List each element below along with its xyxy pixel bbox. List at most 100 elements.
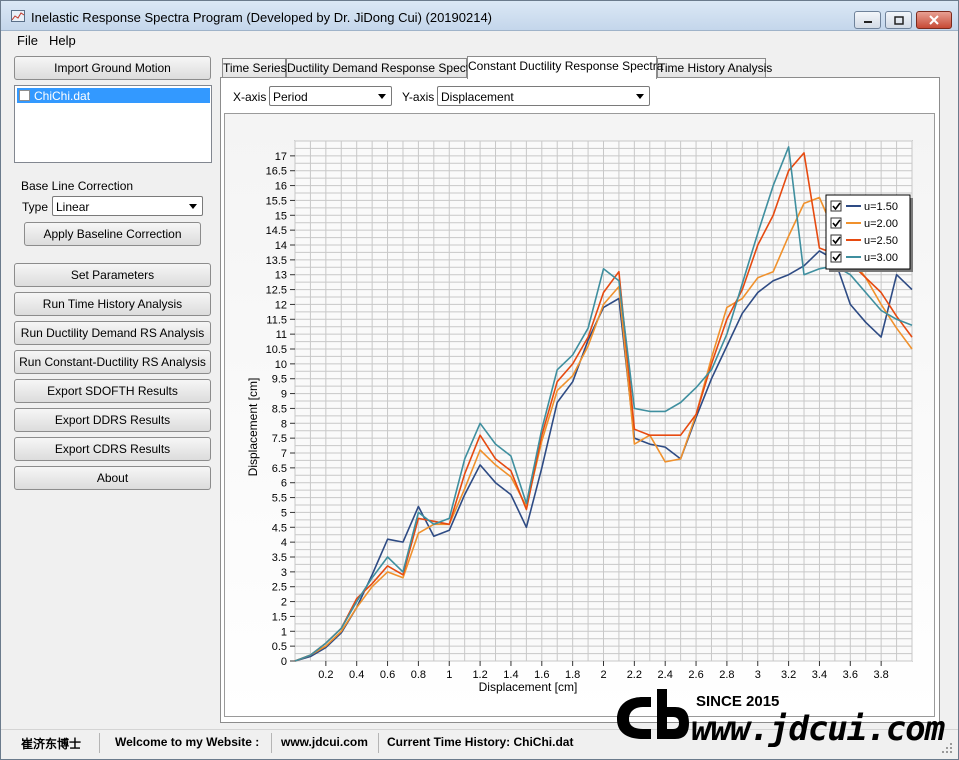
title-bar: Inelastic Response Spectra Program (Deve… bbox=[1, 1, 958, 31]
baseline-type-select[interactable]: Linear bbox=[52, 196, 203, 216]
status-welcome: Welcome to my Website : bbox=[115, 735, 260, 749]
menu-file[interactable]: File bbox=[15, 33, 40, 48]
y-tick-label: 11.5 bbox=[266, 314, 287, 326]
x-tick-label: 2.8 bbox=[719, 669, 734, 681]
file-name: ChiChi.dat bbox=[34, 89, 91, 103]
apply-baseline-button[interactable]: Apply Baseline Correction bbox=[24, 222, 201, 246]
y-tick-label: 8 bbox=[281, 418, 287, 430]
x-tick-label: 3 bbox=[755, 669, 761, 681]
y-tick-label: 9 bbox=[281, 389, 287, 401]
y-tick-label: 8.5 bbox=[272, 403, 287, 415]
y-tick-label: 5 bbox=[281, 507, 287, 519]
baseline-type-value: Linear bbox=[56, 200, 90, 214]
y-axis-value: Displacement bbox=[441, 90, 514, 104]
resize-grip-icon[interactable] bbox=[940, 741, 954, 755]
tab-constant-ductility[interactable]: Constant Ductility Response Spectra bbox=[467, 56, 663, 79]
file-checkbox[interactable] bbox=[19, 90, 30, 101]
tab-time-series[interactable]: Time Series bbox=[222, 58, 287, 78]
chevron-down-icon bbox=[636, 94, 644, 99]
y-tick-label: 2 bbox=[281, 597, 287, 609]
x-tick-label: 2.2 bbox=[627, 669, 642, 681]
status-separator bbox=[99, 733, 100, 753]
legend-label: u=1.50 bbox=[864, 201, 898, 213]
baseline-group-title: Base Line Correction bbox=[21, 179, 134, 193]
x-axis-label: X-axis bbox=[233, 90, 267, 104]
close-icon bbox=[929, 15, 939, 25]
legend-label: u=3.00 bbox=[864, 252, 898, 264]
x-tick-label: 2.4 bbox=[658, 669, 673, 681]
x-tick-label: 0.2 bbox=[318, 669, 333, 681]
y-tick-label: 12 bbox=[275, 299, 287, 311]
ground-motion-list[interactable]: ChiChi.dat bbox=[14, 85, 212, 163]
y-tick-label: 11 bbox=[276, 329, 287, 341]
export-cdrs-button[interactable]: Export CDRS Results bbox=[14, 437, 211, 461]
close-button[interactable] bbox=[916, 11, 952, 29]
y-tick-label: 4 bbox=[281, 537, 287, 549]
jdcui-logo-icon bbox=[617, 689, 689, 739]
x-tick-label: 1 bbox=[446, 669, 452, 681]
y-tick-label: 3 bbox=[281, 567, 287, 579]
watermark: SINCE 2015 www.jdcui.com bbox=[613, 685, 959, 760]
y-tick-label: 0 bbox=[281, 656, 287, 668]
y-tick-label: 1 bbox=[281, 626, 287, 638]
tab-ductility-demand[interactable]: Ductility Demand Response Spectra bbox=[286, 58, 480, 78]
x-tick-label: 3.6 bbox=[843, 669, 858, 681]
run-constant-ductility-button[interactable]: Run Constant-Ductility RS Analysis bbox=[14, 350, 211, 374]
y-axis-title: Displacement [cm] bbox=[246, 378, 260, 477]
maximize-button[interactable] bbox=[885, 11, 912, 29]
x-tick-label: 0.4 bbox=[349, 669, 364, 681]
y-tick-label: 16.5 bbox=[266, 166, 287, 178]
x-tick-label: 2.6 bbox=[688, 669, 703, 681]
y-tick-label: 6.5 bbox=[272, 463, 287, 475]
set-parameters-button[interactable]: Set Parameters bbox=[14, 263, 211, 287]
watermark-since: SINCE 2015 bbox=[696, 693, 780, 710]
app-window: Inelastic Response Spectra Program (Deve… bbox=[0, 0, 959, 760]
chevron-down-icon bbox=[378, 94, 386, 99]
status-author: 崔济东博士 bbox=[21, 737, 82, 751]
export-ddrs-button[interactable]: Export DDRS Results bbox=[14, 408, 211, 432]
y-tick-label: 12.5 bbox=[266, 285, 287, 297]
y-tick-label: 10 bbox=[275, 359, 287, 371]
y-axis-select[interactable]: Displacement bbox=[437, 86, 650, 106]
menu-bar: File Help bbox=[1, 31, 958, 51]
tab-time-history[interactable]: Time History Analysis bbox=[657, 58, 772, 78]
export-sdofth-button[interactable]: Export SDOFTH Results bbox=[14, 379, 211, 403]
status-separator bbox=[271, 733, 272, 753]
list-item[interactable]: ChiChi.dat bbox=[17, 88, 210, 103]
about-button[interactable]: About bbox=[14, 466, 211, 490]
y-tick-label: 17 bbox=[275, 151, 287, 163]
menu-help[interactable]: Help bbox=[47, 33, 78, 48]
y-axis-label: Y-axis bbox=[402, 90, 435, 104]
y-tick-label: 16 bbox=[275, 181, 287, 193]
minimize-icon bbox=[863, 21, 872, 23]
run-ductility-demand-button[interactable]: Run Ductility Demand RS Analysis bbox=[14, 321, 211, 345]
y-tick-label: 13.5 bbox=[266, 255, 287, 267]
y-tick-label: 10.5 bbox=[266, 344, 287, 356]
y-tick-label: 14.5 bbox=[266, 225, 287, 237]
y-tick-label: 5.5 bbox=[272, 493, 287, 505]
y-tick-label: 15 bbox=[275, 210, 287, 222]
x-tick-label: 3.8 bbox=[874, 669, 889, 681]
y-tick-label: 6 bbox=[281, 478, 287, 490]
import-ground-motion-button[interactable]: Import Ground Motion bbox=[14, 56, 211, 80]
legend-label: u=2.50 bbox=[864, 235, 898, 247]
status-website[interactable]: www.jdcui.com bbox=[281, 735, 368, 749]
chart-area[interactable]: 0.2 0.4 0.6 0.8 1 1.2 1.4 1.6 1.8 2 2.2 2.4 2.6 2.8 3 3… bbox=[224, 113, 935, 717]
status-separator bbox=[378, 733, 379, 753]
y-tick-label: 4.5 bbox=[272, 522, 287, 534]
app-chart-icon bbox=[11, 10, 25, 22]
y-tick-label: 13 bbox=[275, 270, 287, 282]
x-axis-select[interactable]: Period bbox=[269, 86, 392, 106]
y-tick-label: 0.5 bbox=[272, 641, 287, 653]
x-tick-label: 3.2 bbox=[781, 669, 796, 681]
maximize-icon bbox=[893, 15, 904, 25]
y-tick-label: 7 bbox=[281, 448, 287, 460]
type-label: Type bbox=[22, 200, 49, 214]
watermark-url: www.jdcui.com bbox=[691, 709, 945, 749]
response-spectra-chart[interactable]: 0.2 0.4 0.6 0.8 1 1.2 1.4 1.6 1.8 2 2.2 2.4 2.6 2.8 3 3… bbox=[225, 114, 934, 716]
y-tick-label: 1.5 bbox=[272, 611, 287, 623]
minimize-button[interactable] bbox=[854, 11, 881, 29]
y-tick-label: 2.5 bbox=[272, 582, 287, 594]
run-time-history-button[interactable]: Run Time History Analysis bbox=[14, 292, 211, 316]
window-title: Inelastic Response Spectra Program (Deve… bbox=[31, 10, 493, 25]
